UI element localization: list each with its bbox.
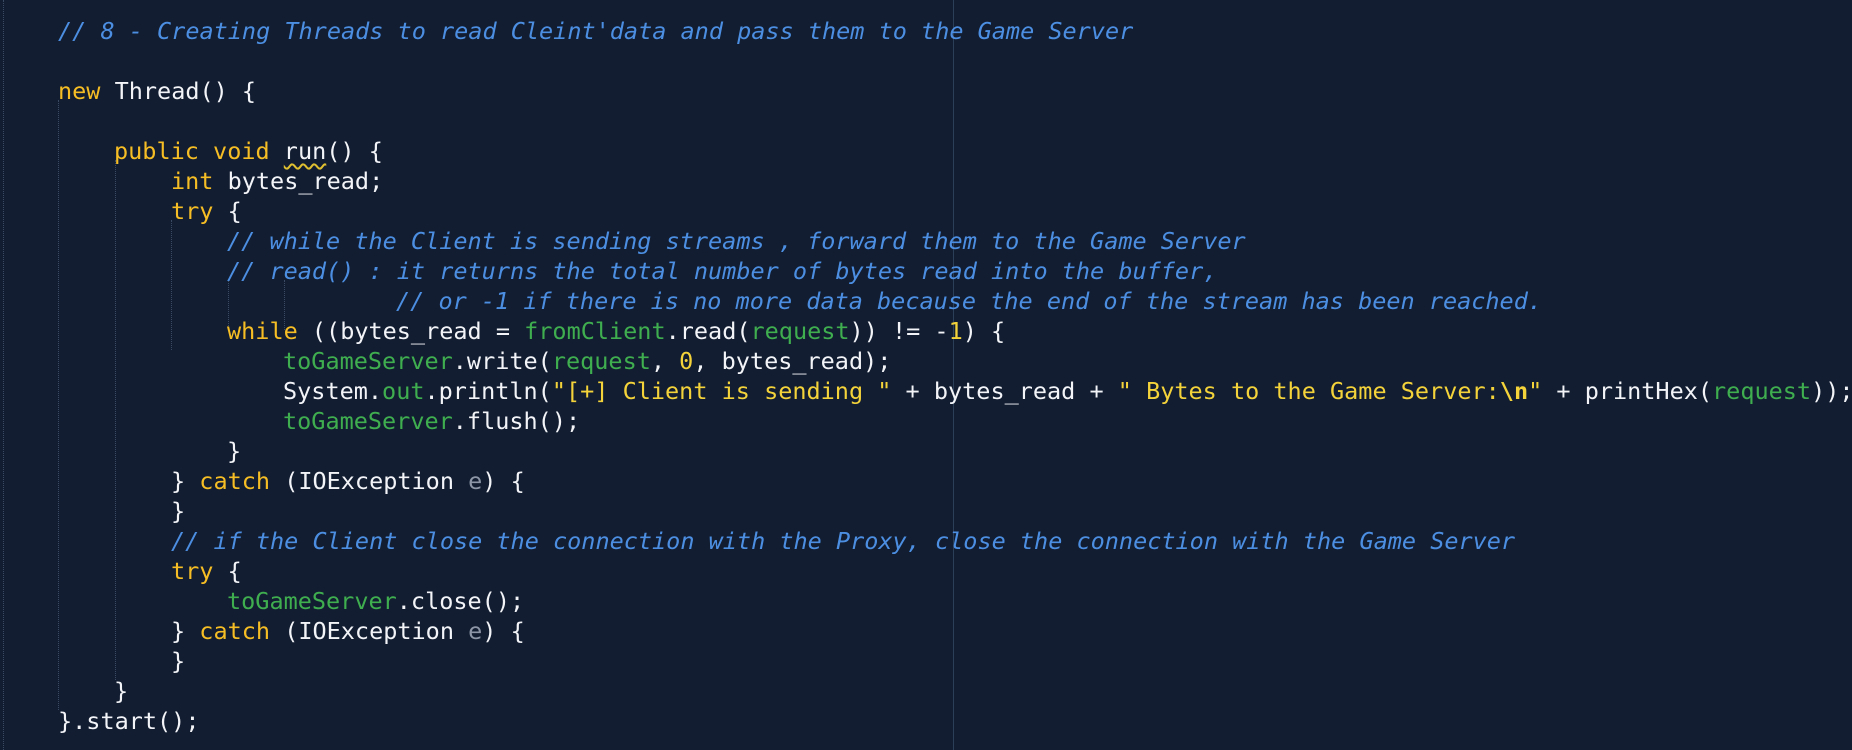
- number-literal: 1: [948, 317, 963, 345]
- code-line-4[interactable]: int bytes_read;: [171, 166, 383, 196]
- code-text: , bytes_read);: [693, 347, 892, 375]
- code-text: + printHex(: [1542, 377, 1713, 405]
- code-text: }: [227, 437, 242, 465]
- code-text: + bytes_read +: [891, 377, 1118, 405]
- variable-name: e: [468, 467, 483, 495]
- number-literal: 0: [679, 347, 694, 375]
- keyword-void: void: [213, 137, 270, 165]
- code-text: {: [213, 197, 242, 225]
- field-name: fromClient: [524, 317, 666, 345]
- string-literal: "[+] Client is sending ": [551, 377, 892, 405]
- code-text: }: [171, 647, 186, 675]
- method-name-warning[interactable]: run: [284, 137, 326, 165]
- string-literal: " Bytes to the Game Server:: [1117, 377, 1500, 405]
- code-line-6[interactable]: // while the Client is sending streams ,…: [227, 226, 1246, 256]
- code-text: {: [213, 557, 242, 585]
- code-text: }: [171, 467, 200, 495]
- code-text: ) {: [962, 317, 1006, 345]
- code-text: )) != -: [849, 317, 949, 345]
- keyword-public: public: [114, 137, 199, 165]
- field-name: out: [382, 377, 425, 405]
- variable-name: e: [468, 617, 483, 645]
- code-line-14[interactable]: } catch (IOException e) {: [171, 466, 525, 496]
- code-line-22[interactable]: }.start();: [58, 706, 199, 736]
- code-line-15[interactable]: }: [171, 496, 185, 526]
- comment: // read() : it returns the total number …: [227, 257, 1218, 285]
- code-line-18[interactable]: toGameServer.close();: [227, 586, 524, 616]
- field-name: request: [1712, 377, 1812, 405]
- keyword-catch: catch: [199, 617, 271, 645]
- code-line-7[interactable]: // read() : it returns the total number …: [227, 256, 1217, 286]
- code-text: () {: [326, 137, 383, 165]
- indent-guide: [171, 220, 172, 350]
- escape-sequence: \n: [1499, 377, 1529, 405]
- comment: // 8 - Creating Threads to read Cleint'd…: [58, 17, 1134, 45]
- code-line-8[interactable]: // or -1 if there is no more data becaus…: [396, 286, 1542, 316]
- string-literal: ": [1528, 377, 1543, 405]
- code-text: }: [114, 677, 129, 705]
- code-text: ((bytes_read =: [297, 317, 525, 345]
- indent-guide: [58, 100, 59, 710]
- code-line-21[interactable]: }: [114, 676, 128, 706]
- code-text: .read(: [665, 317, 751, 345]
- code-text: Thread() {: [100, 77, 257, 105]
- code-text: .println(: [424, 377, 552, 405]
- code-line-9[interactable]: while ((bytes_read = fromClient.read(req…: [227, 316, 1005, 346]
- column-ruler: [953, 0, 954, 750]
- field-name: toGameServer: [227, 587, 397, 615]
- code-line-3[interactable]: public void run() {: [114, 136, 383, 166]
- code-line-17[interactable]: try {: [171, 556, 242, 586]
- code-line-11[interactable]: System.out.println("[+] Client is sendin…: [283, 376, 1852, 406]
- code-text: System.: [283, 377, 383, 405]
- code-editor[interactable]: // 8 - Creating Threads to read Cleint'd…: [0, 0, 1852, 750]
- code-text: ) {: [482, 617, 525, 645]
- keyword-new: new: [58, 77, 101, 105]
- code-text: .write(: [452, 347, 552, 375]
- keyword-catch: catch: [199, 467, 271, 495]
- code-line-5[interactable]: try {: [171, 196, 242, 226]
- code-text: ) {: [482, 467, 525, 495]
- keyword-int: int: [171, 167, 214, 195]
- code-text: ,: [650, 347, 680, 375]
- code-text: }: [171, 617, 200, 645]
- indent-guide: [115, 160, 116, 680]
- code-text: (IOException: [270, 467, 469, 495]
- indent-guide: [3, 0, 4, 750]
- field-name: request: [750, 317, 850, 345]
- field-name: toGameServer: [283, 347, 453, 375]
- code-line-19[interactable]: } catch (IOException e) {: [171, 616, 525, 646]
- code-text: ));: [1811, 377, 1852, 405]
- keyword-try: try: [171, 197, 214, 225]
- keyword-try: try: [171, 557, 214, 585]
- code-line-20[interactable]: }: [171, 646, 185, 676]
- code-text: }.start();: [58, 707, 200, 735]
- code-line-13[interactable]: }: [227, 436, 241, 466]
- field-name: toGameServer: [283, 407, 453, 435]
- code-text: bytes_read;: [213, 167, 384, 195]
- code-line-16[interactable]: // if the Client close the connection wi…: [171, 526, 1515, 556]
- code-text: .close();: [396, 587, 525, 615]
- field-name: request: [551, 347, 651, 375]
- comment: // while the Client is sending streams ,…: [227, 227, 1246, 255]
- comment: // or -1 if there is no more data becaus…: [396, 287, 1543, 315]
- code-line-10[interactable]: toGameServer.write(request, 0, bytes_rea…: [283, 346, 891, 376]
- code-text: (IOException: [270, 617, 469, 645]
- code-line-2[interactable]: new Thread() {: [58, 76, 256, 106]
- code-text: }: [171, 497, 186, 525]
- comment: // if the Client close the connection wi…: [171, 527, 1516, 555]
- code-line-12[interactable]: toGameServer.flush();: [283, 406, 580, 436]
- keyword-while: while: [227, 317, 298, 345]
- code-line-1[interactable]: // 8 - Creating Threads to read Cleint'd…: [58, 16, 1133, 46]
- code-text: .flush();: [452, 407, 581, 435]
